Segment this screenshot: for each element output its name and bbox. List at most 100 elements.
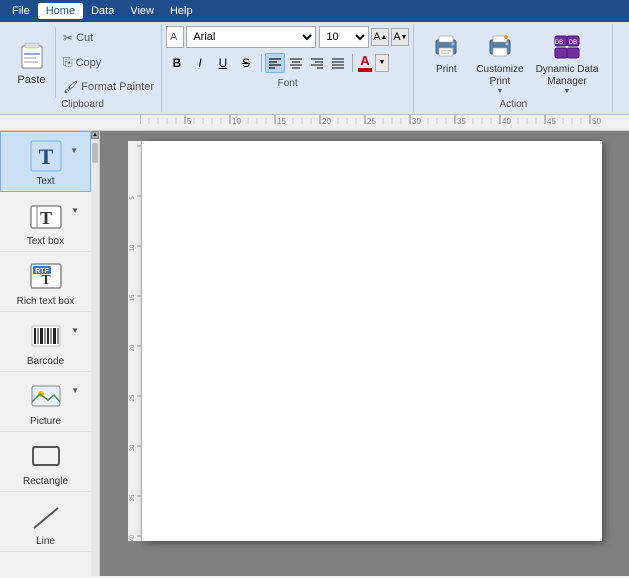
tool-rectangle[interactable]: Rectangle: [0, 432, 91, 492]
rectangle-icon: [28, 438, 64, 474]
font-shrink-button[interactable]: A▼: [391, 28, 409, 46]
clipboard-side: ✂ Cut ⎘ Copy 🖌 Format Painter: [60, 26, 157, 99]
tool-barcode[interactable]: ▼ Barcode: [0, 312, 91, 372]
align-left-button[interactable]: [265, 53, 285, 73]
svg-text:15: 15: [277, 117, 286, 126]
font-row1: A Arial 10 A▲ A▼: [166, 26, 409, 48]
vertical-ruler-svg: 5 10 15 20 25 30 35 40: [128, 141, 142, 541]
svg-text:30: 30: [412, 117, 421, 126]
font-name-select[interactable]: Arial: [186, 26, 316, 48]
text-tool-dropdown-icon[interactable]: ▼: [70, 146, 78, 155]
svg-text:50: 50: [592, 117, 601, 126]
svg-text:20: 20: [322, 117, 331, 126]
svg-text:DB: DB: [569, 40, 577, 46]
action-buttons: Print Customize Print ▼: [422, 26, 604, 99]
bold-button[interactable]: B: [166, 52, 188, 74]
paste-label: Paste: [17, 74, 45, 86]
left-toolbar: T ▼ Text T: [0, 131, 100, 576]
align-center-button[interactable]: [286, 53, 306, 73]
tool-picture[interactable]: ▼ Picture: [0, 372, 91, 432]
menu-view[interactable]: View: [122, 3, 162, 19]
align-right-button[interactable]: [307, 53, 327, 73]
font-icon: A: [170, 31, 177, 43]
strikethrough-button[interactable]: S: [235, 52, 257, 74]
font-size-select[interactable]: 10: [319, 26, 369, 48]
rich-text-box-icon: RTF T: [28, 258, 64, 294]
print-icon: [430, 30, 462, 62]
svg-text:10: 10: [130, 244, 136, 251]
tool-items-container: T ▼ Text T: [0, 131, 91, 576]
canvas-area: 5 10 15 20 25 30 35 40: [100, 131, 629, 576]
font-color-button[interactable]: A: [356, 51, 374, 74]
svg-text:DB: DB: [555, 40, 563, 46]
action-group: Print Customize Print ▼: [414, 24, 613, 112]
line-icon: [28, 498, 64, 534]
format-painter-label: Format Painter: [81, 81, 154, 93]
customize-print-button[interactable]: Customize Print ▼: [470, 26, 529, 99]
color-letter: A: [360, 53, 369, 68]
left-toolbar-scrollbar[interactable]: ▲: [91, 131, 99, 576]
svg-text:5: 5: [187, 117, 192, 126]
svg-text:20: 20: [130, 344, 136, 351]
color-dropdown-button[interactable]: ▼: [375, 54, 389, 72]
tool-text-box[interactable]: T ▼ Text box: [0, 192, 91, 252]
align-justify-button[interactable]: [328, 53, 348, 73]
menu-data[interactable]: Data: [83, 3, 122, 19]
rich-text-box-label: Rich text box: [17, 296, 75, 307]
paste-icon: [16, 40, 48, 72]
tool-text[interactable]: T ▼ Text: [0, 131, 91, 192]
svg-text:15: 15: [130, 294, 136, 301]
customize-print-icon: [484, 30, 516, 62]
barcode-dropdown-icon[interactable]: ▼: [71, 326, 79, 335]
vertical-ruler: 5 10 15 20 25 30 35 40: [128, 141, 142, 541]
ruler: /* ruler generated via JS below */ 51015…: [0, 115, 629, 131]
paste-button[interactable]: Paste: [8, 26, 56, 99]
menu-home[interactable]: Home: [38, 3, 83, 19]
tool-rich-text-box[interactable]: RTF T Rich text box: [0, 252, 91, 312]
barcode-icon: [28, 318, 64, 354]
font-grow-button[interactable]: A▲: [371, 28, 389, 46]
tool-line[interactable]: Line: [0, 492, 91, 552]
svg-text:45: 45: [547, 117, 556, 126]
svg-text:30: 30: [130, 444, 136, 451]
clipboard-group-label: Clipboard: [8, 99, 157, 110]
text-tool-icon: T: [28, 138, 64, 174]
cut-label: Cut: [76, 32, 93, 44]
text-tool-label: Text: [36, 176, 54, 187]
barcode-label: Barcode: [27, 356, 64, 367]
copy-button[interactable]: ⎘ Copy: [60, 54, 157, 71]
color-bar: [358, 68, 372, 72]
format-painter-button[interactable]: 🖌 Format Painter: [60, 79, 157, 95]
text-box-dropdown-icon[interactable]: ▼: [71, 206, 79, 215]
format-painter-icon: 🖌: [63, 80, 78, 94]
print-button[interactable]: Print: [422, 26, 470, 79]
copy-icon: ⎘: [63, 55, 73, 70]
svg-text:40: 40: [130, 534, 136, 541]
main-area: T ▼ Text T: [0, 131, 629, 576]
svg-text:T: T: [41, 273, 51, 288]
document-page: [142, 141, 602, 541]
scrollbar-thumb[interactable]: [92, 143, 98, 163]
text-box-tool-icon: T: [28, 198, 64, 234]
font-group: A Arial 10 A▲ A▼ B I U S: [162, 24, 414, 112]
customize-print-label: Customize Print: [476, 64, 523, 88]
underline-button[interactable]: U: [212, 52, 234, 74]
picture-dropdown-icon[interactable]: ▼: [71, 386, 79, 395]
menu-file[interactable]: File: [4, 3, 38, 19]
cut-icon: ✂: [63, 31, 73, 45]
menu-help[interactable]: Help: [162, 3, 201, 19]
italic-button[interactable]: I: [189, 52, 211, 74]
text-box-tool-label: Text box: [27, 236, 64, 247]
svg-text:T: T: [39, 208, 51, 228]
line-label: Line: [36, 536, 55, 547]
svg-text:25: 25: [130, 394, 136, 401]
dynamic-data-manager-button[interactable]: DB DB Dynamic Data Manager ▼: [530, 26, 605, 99]
clipboard-group: Paste ✂ Cut ⎘ Copy 🖌 Format Painter: [4, 24, 162, 112]
svg-text:10: 10: [232, 117, 241, 126]
scrollbar-up-arrow[interactable]: ▲: [91, 131, 99, 139]
cut-button[interactable]: ✂ Cut: [60, 30, 157, 46]
copy-label: Copy: [76, 57, 102, 69]
svg-text:T: T: [38, 144, 53, 169]
svg-text:35: 35: [130, 494, 136, 501]
font-row2: B I U S A ▼: [166, 51, 409, 74]
